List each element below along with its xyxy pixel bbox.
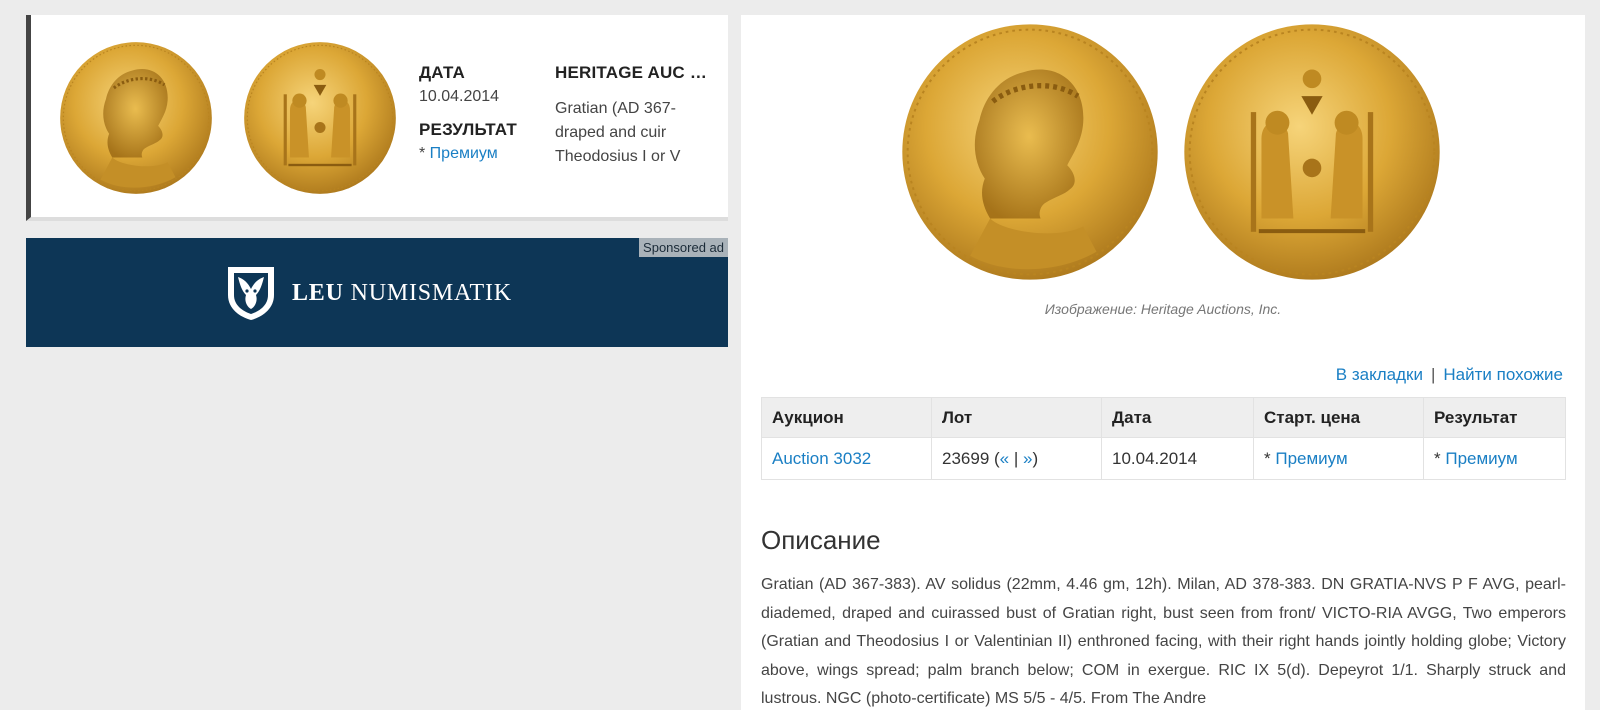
result-premium-link[interactable]: Премиум bbox=[1445, 449, 1517, 468]
coin-obverse-image bbox=[58, 40, 214, 196]
header-lot: Лот bbox=[931, 397, 1102, 438]
cell-date: 10.04.2014 bbox=[1101, 437, 1254, 480]
lot-paren-close: ) bbox=[1032, 448, 1039, 468]
cell-auction: Auction 3032 bbox=[761, 437, 932, 480]
auction-table: Аукцион Лот Дата Старт. цена Результат A… bbox=[761, 397, 1566, 480]
header-auction: Аукцион bbox=[761, 397, 932, 438]
header-result: Результат bbox=[1423, 397, 1566, 438]
start-prefix: * bbox=[1264, 448, 1276, 468]
cell-start-price: * Премиум bbox=[1253, 437, 1424, 480]
leu-numismatik-logo[interactable]: LEU NUMISMATIK bbox=[226, 265, 512, 321]
start-premium-link[interactable]: Премиум bbox=[1275, 449, 1347, 468]
image-caption: Изображение: Heritage Auctions, Inc. bbox=[1044, 301, 1282, 317]
description-text: Gratian (AD 367-383). AV solidus (22mm, … bbox=[761, 576, 1566, 708]
snippet-line: Theodosius I or V bbox=[555, 148, 681, 165]
coin-thumbnail[interactable] bbox=[45, 39, 409, 197]
lot-snippet: Gratian (AD 367- draped and cuir Theodos… bbox=[555, 97, 719, 169]
table-header-row: Аукцион Лот Дата Старт. цена Результат bbox=[761, 397, 1566, 438]
lot-pipe: | bbox=[1009, 448, 1024, 468]
header-start-price: Старт. цена bbox=[1253, 397, 1424, 438]
brand-name: LEU NUMISMATIK bbox=[292, 279, 512, 306]
coin-reverse-image bbox=[1183, 23, 1441, 281]
snippet-line: Gratian (AD 367- bbox=[555, 100, 676, 117]
cell-lot: 23699 (« | ») bbox=[931, 437, 1102, 480]
coin-main-image[interactable] bbox=[891, 15, 1451, 287]
coin-obverse-image bbox=[902, 24, 1157, 279]
sponsored-ad-banner[interactable]: Sponsored ad LEU NUMISMATIK bbox=[26, 238, 728, 347]
lot-actions: В закладки | Найти похожие bbox=[1336, 365, 1563, 385]
cell-result: * Премиум bbox=[1423, 437, 1566, 480]
lot-number: 23699 bbox=[942, 448, 990, 468]
find-similar-link[interactable]: Найти похожие bbox=[1443, 365, 1563, 384]
coin-reverse-image bbox=[243, 41, 397, 195]
sponsored-ad-tag: Sponsored ad bbox=[639, 238, 728, 257]
lion-shield-icon bbox=[228, 267, 274, 320]
premium-link[interactable]: Премиум bbox=[430, 145, 498, 162]
date-value: 10.04.2014 bbox=[419, 88, 500, 105]
header-date: Дата bbox=[1101, 397, 1254, 438]
result-label: РЕЗУЛЬТАТ bbox=[419, 120, 517, 139]
prev-lot-link[interactable]: « bbox=[1000, 449, 1009, 468]
actions-separator: | bbox=[1430, 365, 1436, 384]
table-row: Auction 3032 23699 (« | ») 10.04.2014 * … bbox=[761, 437, 1566, 480]
lot-detail-panel: Изображение: Heritage Auctions, Inc. В з… bbox=[741, 15, 1585, 710]
date-label: ДАТА bbox=[419, 63, 465, 82]
auction-link[interactable]: Auction 3032 bbox=[772, 449, 871, 468]
result-prefix: * bbox=[419, 145, 430, 162]
result-value: * Премиум bbox=[419, 145, 549, 163]
auction-house: HERITAGE AUC … bbox=[555, 63, 708, 82]
lot-paren-open: ( bbox=[989, 448, 1000, 468]
snippet-line: draped and cuir bbox=[555, 124, 667, 141]
description-title: Описание bbox=[761, 525, 881, 555]
bookmark-link[interactable]: В закладки bbox=[1336, 365, 1423, 384]
result-prefix: * bbox=[1434, 448, 1446, 468]
lot-card[interactable]: ДАТА 10.04.2014 РЕЗУЛЬТАТ * Премиум HERI… bbox=[26, 15, 728, 221]
